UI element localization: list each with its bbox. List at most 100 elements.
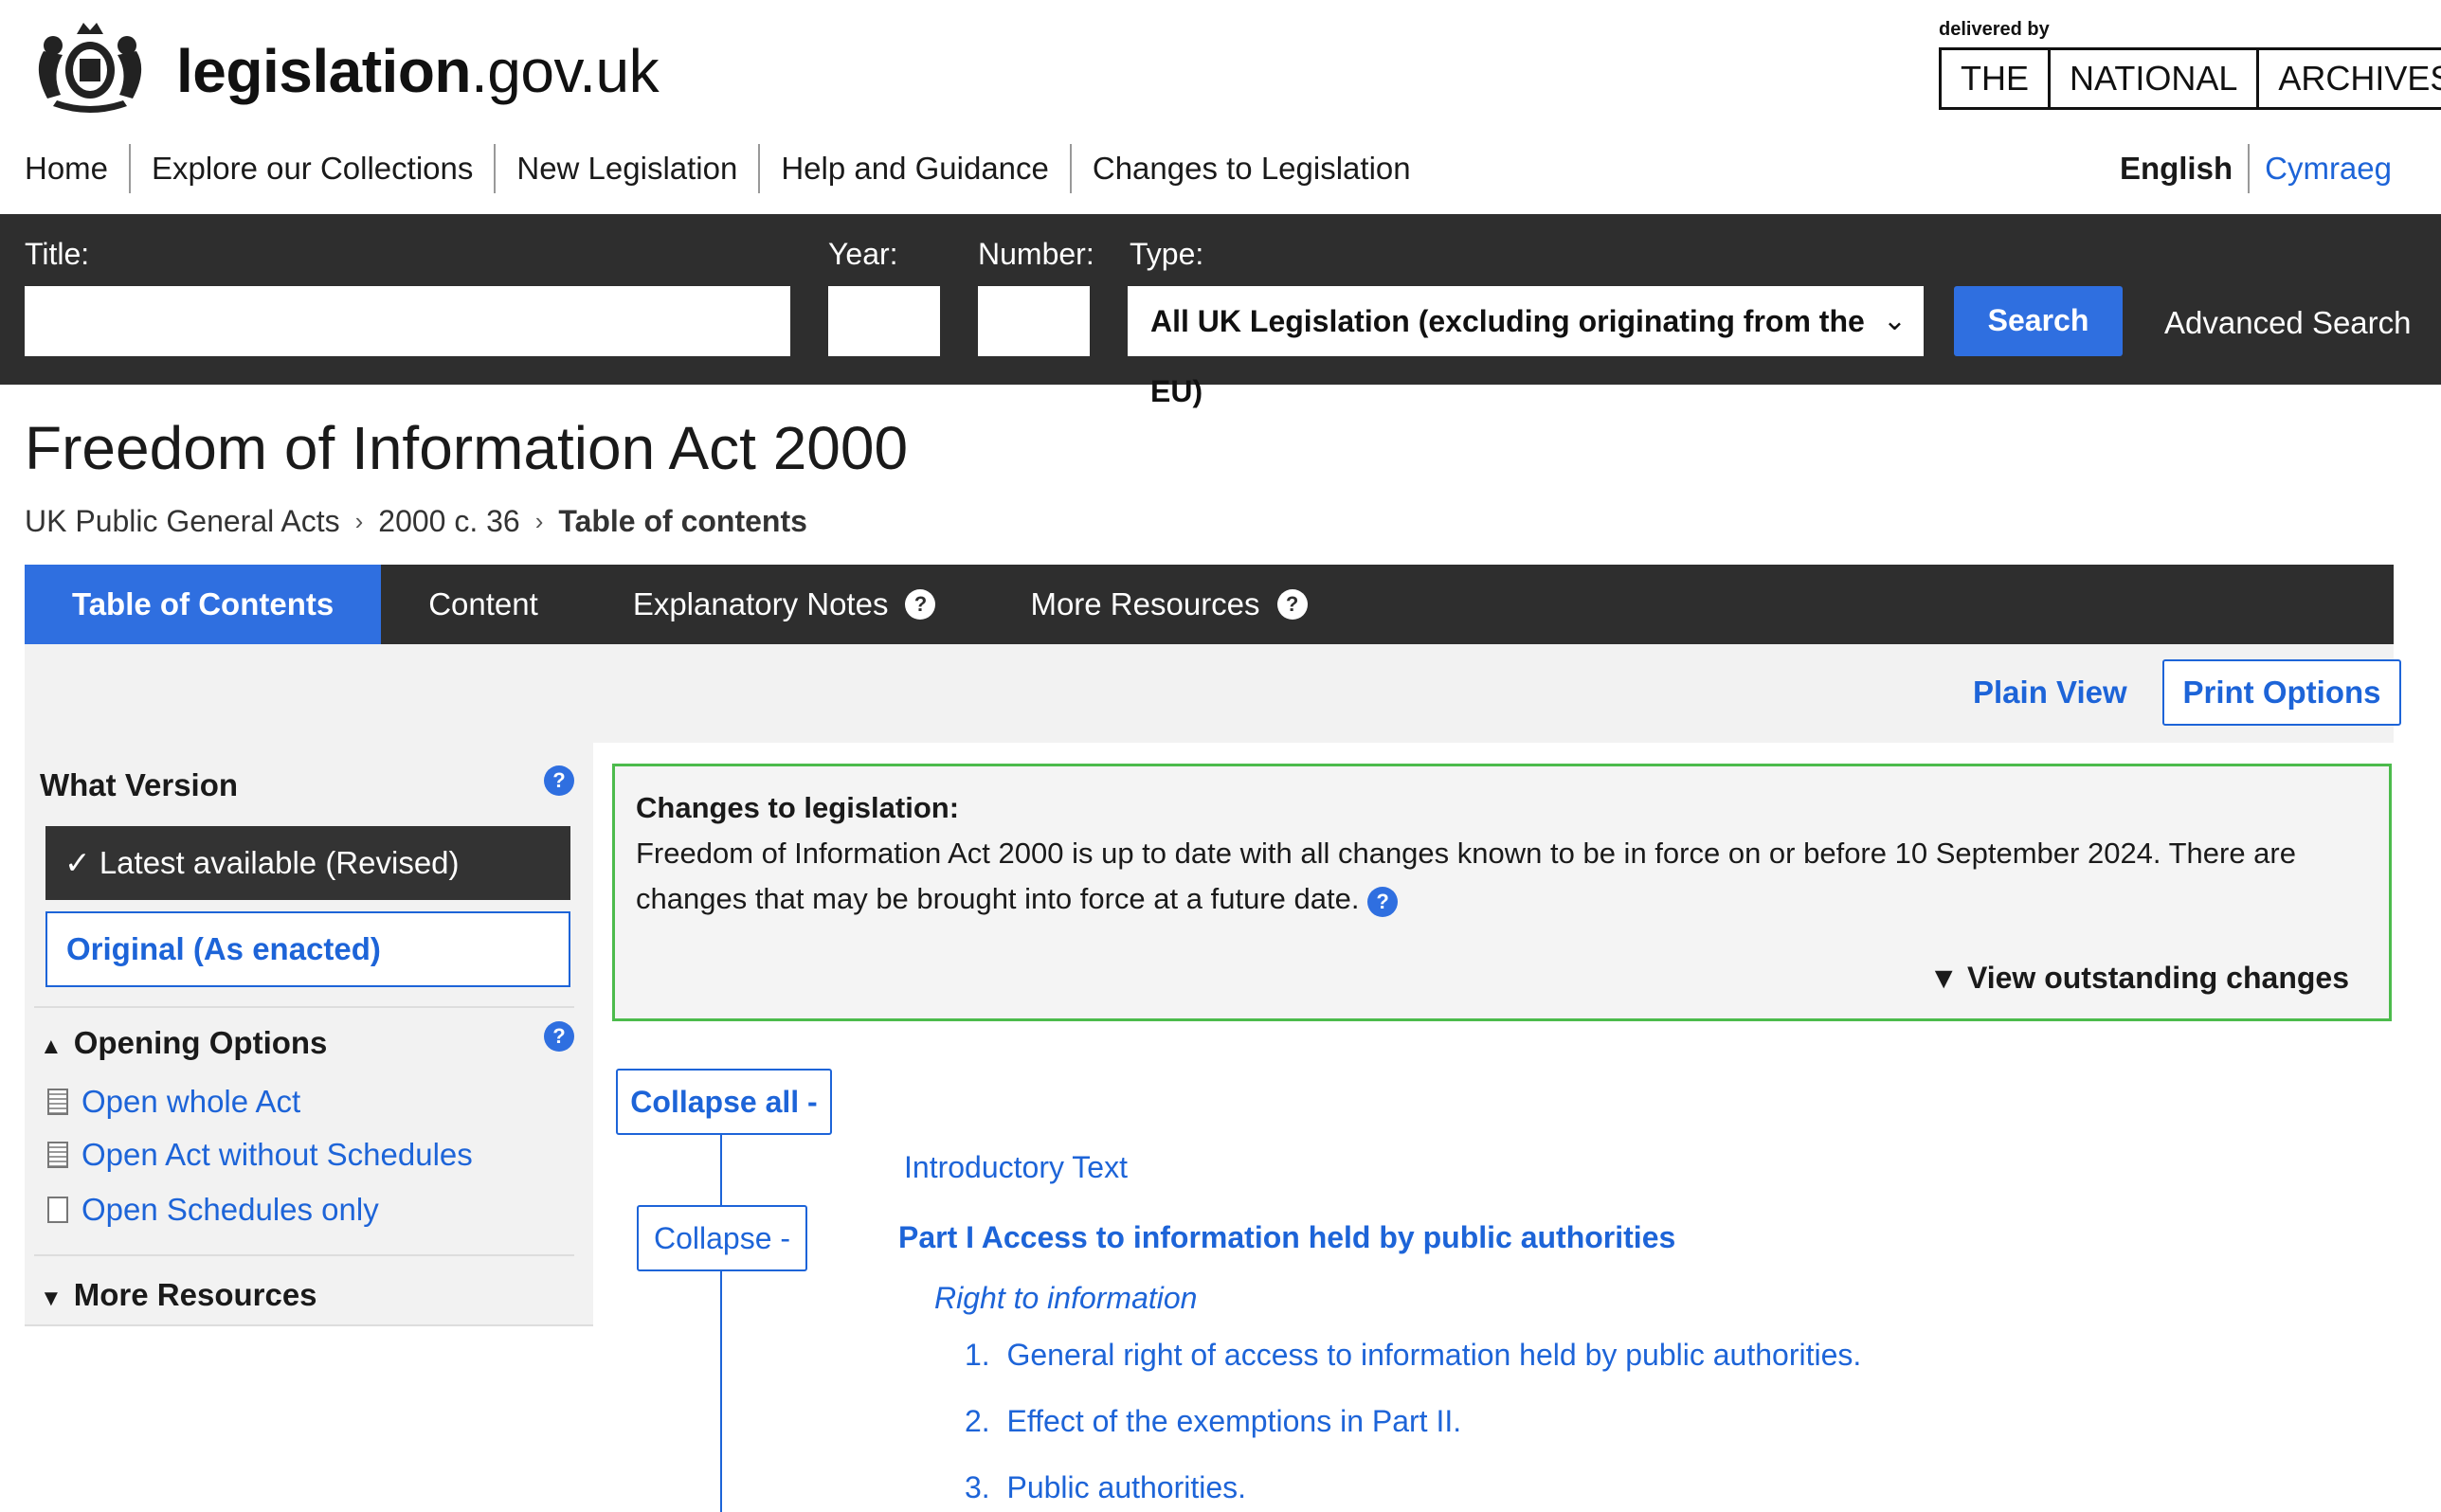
changes-line-2: changes that may be brought into force a… bbox=[636, 882, 1360, 915]
open-schedules-only-link[interactable]: Open Schedules only bbox=[47, 1192, 379, 1228]
toc-section-1[interactable]: 1. General right of access to informatio… bbox=[965, 1338, 1861, 1373]
type-label: Type: bbox=[1130, 237, 1204, 271]
triangle-down-icon: ▼ bbox=[1928, 961, 1967, 995]
lang-english[interactable]: English bbox=[2120, 144, 2251, 193]
toc-tree-line bbox=[720, 1135, 722, 1512]
tna-word-1: THE bbox=[1942, 50, 2051, 107]
tna-word-3: ARCHIVES bbox=[2278, 59, 2441, 98]
main-navigation: Home Explore our Collections New Legisla… bbox=[25, 144, 1432, 193]
type-select-value: All UK Legislation (excluding originatin… bbox=[1150, 304, 1865, 408]
what-version-heading: What Version bbox=[40, 767, 239, 802]
tab-label: More Resources bbox=[1030, 586, 1260, 621]
plain-view-link[interactable]: Plain View bbox=[1973, 675, 2127, 711]
triangle-down-icon: ▼ bbox=[40, 1286, 63, 1311]
toc-crossheading[interactable]: Right to information bbox=[934, 1281, 1197, 1316]
tab-more-resources[interactable]: More Resources? bbox=[983, 565, 1354, 644]
advanced-search-link[interactable]: Advanced Search bbox=[2164, 305, 2412, 341]
changes-line-1: Freedom of Information Act 2000 is up to… bbox=[636, 837, 2296, 870]
collapse-all-button[interactable]: Collapse all - bbox=[616, 1069, 832, 1135]
search-bar: Title: Year: Number: Type: All UK Legisl… bbox=[0, 214, 2441, 408]
more-resources-label: More Resources bbox=[73, 1277, 317, 1312]
section-number: 1. bbox=[965, 1338, 990, 1372]
help-icon[interactable]: ? bbox=[1276, 589, 1308, 620]
sidebar: What Version ? ✓ Latest available (Revis… bbox=[25, 743, 593, 1326]
lang-cymraeg[interactable]: Cymraeg bbox=[2250, 144, 2392, 193]
section-title: General right of access to information h… bbox=[1006, 1338, 1862, 1372]
help-icon[interactable]: ? bbox=[1367, 887, 1399, 917]
language-switcher: English Cymraeg bbox=[2120, 144, 2392, 193]
breadcrumb-current: Table of contents bbox=[558, 504, 807, 538]
national-archives-logo[interactable]: THE NATIONAL ARCHIVES bbox=[1939, 47, 2441, 110]
opening-options-label: Opening Options bbox=[73, 1025, 328, 1060]
chevron-right-icon: › bbox=[534, 507, 544, 535]
toc-section-3[interactable]: 3. Public authorities. bbox=[965, 1470, 1246, 1505]
title-label: Title: bbox=[25, 237, 90, 271]
document-icon bbox=[47, 1197, 68, 1223]
open-act-without-schedules-label: Open Act without Schedules bbox=[81, 1137, 473, 1172]
royal-crest-logo[interactable] bbox=[25, 13, 155, 119]
version-latest-button[interactable]: ✓ Latest available (Revised) bbox=[45, 826, 570, 900]
open-schedules-only-label: Open Schedules only bbox=[81, 1192, 379, 1227]
section-title: Effect of the exemptions in Part II. bbox=[1006, 1404, 1462, 1438]
chevron-right-icon: › bbox=[354, 507, 364, 535]
nav-new-legislation[interactable]: New Legislation bbox=[494, 144, 758, 193]
view-outstanding-changes-label: View outstanding changes bbox=[1966, 961, 2349, 995]
breadcrumb-item-1[interactable]: UK Public General Acts bbox=[25, 504, 340, 539]
section-number: 2. bbox=[965, 1404, 990, 1438]
number-input[interactable] bbox=[978, 286, 1090, 356]
breadcrumb: UK Public General Acts › 2000 c. 36 › Ta… bbox=[25, 504, 807, 539]
open-whole-act-label: Open whole Act bbox=[81, 1084, 301, 1119]
chevron-down-icon: ⌄ bbox=[1882, 305, 1907, 336]
tab-label: Table of Contents bbox=[72, 586, 335, 621]
section-number: 3. bbox=[965, 1470, 990, 1504]
open-whole-act-link[interactable]: Open whole Act bbox=[47, 1084, 300, 1120]
nav-help-guidance[interactable]: Help and Guidance bbox=[758, 144, 1070, 193]
changes-heading: Changes to legislation: bbox=[636, 791, 960, 824]
help-icon[interactable]: ? bbox=[544, 765, 574, 796]
checkmark-icon: ✓ bbox=[64, 845, 99, 880]
document-icon bbox=[47, 1089, 68, 1115]
site-name-bold: legislation bbox=[176, 37, 472, 105]
collapse-part-button[interactable]: Collapse - bbox=[637, 1205, 807, 1271]
more-resources-toggle[interactable]: ▼ More Resources bbox=[40, 1277, 317, 1313]
title-input[interactable] bbox=[25, 286, 790, 356]
open-act-without-schedules-link[interactable]: Open Act without Schedules bbox=[47, 1137, 473, 1173]
opening-options-toggle[interactable]: ▲ Opening Options bbox=[40, 1025, 327, 1061]
view-toolbar: Plain View Print Options bbox=[25, 644, 2401, 743]
year-input[interactable] bbox=[828, 286, 940, 356]
divider bbox=[34, 1006, 574, 1008]
type-select[interactable]: All UK Legislation (excluding originatin… bbox=[1128, 286, 1924, 408]
page-title: Freedom of Information Act 2000 bbox=[25, 414, 909, 482]
help-icon[interactable]: ? bbox=[905, 589, 936, 620]
view-outstanding-changes-toggle[interactable]: ▼ View outstanding changes bbox=[1928, 961, 2349, 996]
breadcrumb-item-2[interactable]: 2000 c. 36 bbox=[378, 504, 519, 539]
delivered-by-label: delivered by bbox=[1939, 19, 2050, 40]
section-title: Public authorities. bbox=[1006, 1470, 1247, 1504]
print-options-button[interactable]: Print Options bbox=[2162, 659, 2401, 726]
site-name[interactable]: legislation.gov.uk bbox=[176, 36, 660, 106]
version-latest-label: Latest available (Revised) bbox=[99, 845, 460, 880]
version-original-button[interactable]: Original (As enacted) bbox=[45, 911, 570, 987]
site-name-domain: .gov.uk bbox=[471, 37, 660, 105]
tab-label: Explanatory Notes bbox=[632, 586, 889, 621]
nav-home[interactable]: Home bbox=[25, 144, 129, 193]
toc-section-2[interactable]: 2. Effect of the exemptions in Part II. bbox=[965, 1404, 1461, 1439]
tab-table-of-contents[interactable]: Table of Contents bbox=[25, 565, 382, 657]
content-tabs: Table of Contents Content Explanatory No… bbox=[25, 565, 2394, 657]
toc-part-1[interactable]: Part I Access to information held by pub… bbox=[898, 1220, 1675, 1255]
search-button[interactable]: Search bbox=[1954, 286, 2123, 356]
tab-explanatory-notes[interactable]: Explanatory Notes? bbox=[586, 565, 984, 644]
tab-content[interactable]: Content bbox=[381, 565, 586, 644]
triangle-up-icon: ▲ bbox=[40, 1034, 63, 1059]
changes-to-legislation-panel: Changes to legislation: Freedom of Infor… bbox=[612, 764, 2392, 1021]
nav-changes-legislation[interactable]: Changes to Legislation bbox=[1069, 144, 1432, 193]
changes-text: Freedom of Information Act 2000 is up to… bbox=[636, 831, 2368, 922]
divider bbox=[34, 1254, 574, 1256]
help-icon[interactable]: ? bbox=[544, 1021, 574, 1052]
tna-word-2: NATIONAL bbox=[2051, 50, 2260, 107]
number-label: Number: bbox=[978, 237, 1094, 271]
document-icon bbox=[47, 1142, 68, 1168]
toc-introductory-text[interactable]: Introductory Text bbox=[904, 1150, 1128, 1185]
tab-label: Content bbox=[428, 586, 538, 621]
nav-explore-collections[interactable]: Explore our Collections bbox=[129, 144, 494, 193]
